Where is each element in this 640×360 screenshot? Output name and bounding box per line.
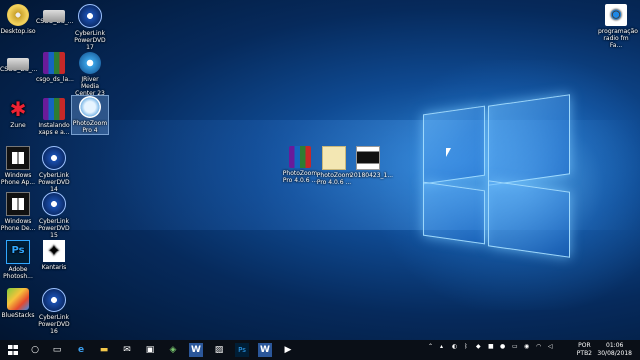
winrar-archive-icon [43, 98, 65, 120]
desktop-icon-label: Zune [10, 122, 26, 129]
windows-logo-pane [423, 105, 485, 185]
desktop-icon-label: CyberLink PowerDVD 17 [74, 30, 106, 51]
desktop-icon-label: PhotoZoom Pro 4.0.6 ... [282, 170, 318, 184]
language-code: POR [578, 342, 591, 349]
people-icon[interactable]: ⌃ [428, 344, 433, 350]
desktop-icon-adobe-photoshop[interactable]: Ps Adobe Photosh... [0, 240, 36, 280]
desktop-icon-label: Windows Phone Ap... [0, 172, 36, 186]
desktop-icon-programacao-radio[interactable]: ◉ programação radio fm Fa... [598, 4, 638, 49]
desktop-icon-label: Windows Phone De... [0, 218, 36, 232]
desktop-icon-bluestacks[interactable]: BlueStacks [0, 288, 36, 319]
desktop-icon-csgo-ds-2[interactable]: CSGO_DS_... [36, 4, 74, 25]
desktop-icon-label: BlueStacks [1, 312, 35, 319]
zune-icon: ✱ [9, 97, 27, 121]
drive-icon [43, 10, 65, 22]
windows-phone-icon [6, 192, 30, 216]
windows-logo-pane [488, 180, 570, 258]
battery-icon[interactable]: ▭ [512, 344, 518, 350]
network-icon[interactable]: ▴ [440, 344, 443, 350]
desktop-icon-photozoom-archive[interactable]: PhotoZoom Pro 4.0.6 ... [282, 146, 318, 184]
desktop-icon-desktop-iso[interactable]: Desktop.iso [0, 4, 36, 35]
language-indicator[interactable]: POR PTB2 [577, 342, 592, 358]
taskbar: ○ ▭ e ▬ ✉ ▣ ◈ W ▨ Ps W ▶ ⌃ ▴ ◐ ᛒ ◆ ■ ● ▭… [0, 340, 640, 360]
desktop-icon-powerdvd-17[interactable]: CyberLink PowerDVD 17 [72, 4, 108, 51]
clock[interactable]: 01:06 30/08/2018 [597, 342, 632, 358]
tray-app-icon[interactable]: ■ [488, 344, 494, 350]
desktop-icon-20180423[interactable]: 20180423_1... [350, 146, 394, 179]
desktop-icon-windows-phone-app[interactable]: Windows Phone Ap... [0, 146, 36, 186]
desktop-icon-kantaris[interactable]: ✦ Kantaris [36, 240, 72, 271]
word-icon[interactable]: W [189, 343, 203, 357]
volume-icon[interactable]: ◁ [548, 344, 553, 350]
desktop-icon-label: csgo_ds_la... [36, 76, 74, 83]
powerdvd-icon [42, 146, 66, 170]
windows-phone-icon [6, 146, 30, 170]
bluestacks-icon [7, 288, 29, 310]
desktop-icon-powerdvd-16[interactable]: CyberLink PowerDVD 16 [36, 288, 72, 335]
search-icon[interactable]: ○ [28, 343, 42, 357]
magnifier-icon [79, 96, 101, 118]
desktop-icon-label: PhotoZoom Pro 4 [72, 120, 108, 134]
clock-date: 30/08/2018 [597, 350, 632, 357]
desktop-icon-label: CyberLink PowerDVD 14 [38, 172, 70, 193]
desktop-icon-label: CyberLink PowerDVD 16 [38, 314, 70, 335]
windows-logo-pane [423, 181, 485, 245]
desktop-icon-powerdvd-14[interactable]: CyberLink PowerDVD 14 [36, 146, 72, 193]
mouse-cursor-icon [446, 148, 451, 157]
desktop-icon-windows-phone-dev[interactable]: Windows Phone De... [0, 192, 36, 232]
winrar-archive-icon [289, 146, 311, 168]
desktop-icon-label: JRiver Media Center 23 [75, 76, 105, 97]
disc-image-icon [7, 4, 29, 26]
windows-logo-pane [488, 94, 570, 186]
winrar-archive-icon [43, 52, 65, 74]
edge-icon[interactable]: e [74, 343, 88, 357]
radio-app-icon: ◉ [605, 4, 627, 26]
powerdvd-icon [78, 4, 102, 28]
photos-icon[interactable]: ▨ [212, 343, 226, 357]
tray-app-icon[interactable]: ◉ [524, 344, 529, 350]
wifi-icon[interactable]: ◠ [536, 344, 541, 350]
image-file-icon [356, 146, 380, 170]
powerdvd-icon [42, 192, 66, 216]
desktop-icon-zune[interactable]: ✱ Zune [0, 98, 36, 129]
desktop-icon-label: CyberLink PowerDVD 15 [38, 218, 70, 239]
tray-app-icon[interactable]: ◐ [452, 344, 457, 350]
desktop-icon-label: programação radio fm Fa... [598, 28, 638, 49]
tray-app-icon[interactable]: ● [500, 344, 505, 350]
clock-time: 01:06 [606, 342, 624, 349]
desktop-icon-label: Desktop.iso [0, 28, 36, 35]
task-view-icon[interactable]: ▭ [50, 343, 64, 357]
store-icon[interactable]: ▣ [143, 343, 157, 357]
desktop-icon-photozoom-pro-4[interactable]: PhotoZoom Pro 4 [71, 95, 109, 135]
word-icon[interactable]: W [258, 343, 272, 357]
powerdvd-icon [42, 288, 66, 312]
photoshop-icon: Ps [6, 240, 30, 264]
kantaris-icon: ✦ [43, 240, 65, 262]
start-button[interactable] [6, 343, 20, 357]
desktop-icon-label: Kantaris [41, 264, 67, 271]
desktop-icon-jriver[interactable]: JRiver Media Center 23 [72, 52, 108, 97]
jriver-icon [79, 52, 101, 74]
media-player-icon[interactable]: ▶ [281, 343, 295, 357]
tray-app-icon[interactable]: ◆ [476, 344, 481, 350]
desktop-icon-csgo-ds-1[interactable]: CSGO_DS_... [0, 52, 38, 73]
drive-icon [7, 58, 29, 70]
file-explorer-icon[interactable]: ▬ [97, 343, 111, 357]
shield-icon[interactable]: ◈ [166, 343, 180, 357]
photoshop-icon[interactable]: Ps [235, 343, 249, 357]
document-icon [322, 146, 346, 170]
desktop-icon-label: Instalando xaps e a... [38, 122, 70, 136]
desktop-icon-label: PhotoZoom Pro 4.0.6 ... [316, 172, 352, 186]
desktop-icon-label: Adobe Photosh... [3, 266, 33, 280]
bluetooth-icon[interactable]: ᛒ [464, 344, 468, 350]
desktop-icon-csgo-ds-la[interactable]: csgo_ds_la... [36, 52, 74, 83]
desktop-icon-instalando-xaps[interactable]: Instalando xaps e a... [36, 98, 72, 136]
mail-icon[interactable]: ✉ [120, 343, 134, 357]
desktop-icon-powerdvd-15[interactable]: CyberLink PowerDVD 15 [36, 192, 72, 239]
desktop-icon-label: 20180423_1... [350, 172, 394, 179]
keyboard-layout: PTB2 [576, 350, 592, 357]
desktop-icon-photozoom-file[interactable]: PhotoZoom Pro 4.0.6 ... [316, 146, 352, 186]
